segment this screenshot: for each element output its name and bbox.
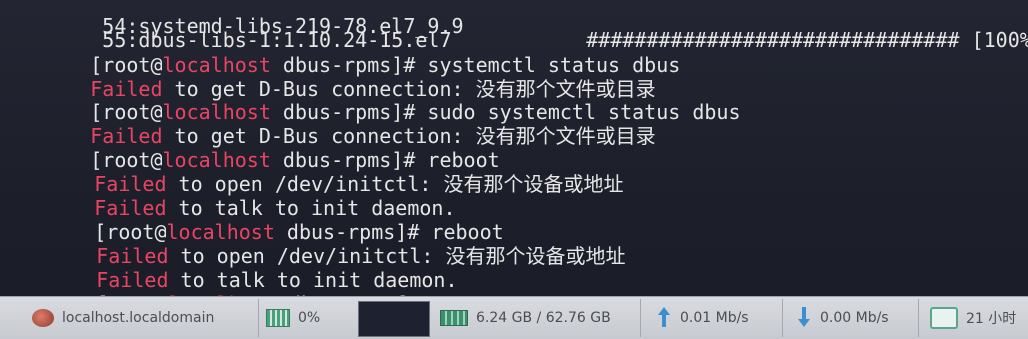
taskbar: localhost.localdomain 0% 6.24 GB / 62.76… [0, 296, 1028, 339]
memory-widget[interactable]: 6.24 GB / 62.76 GB [440, 297, 611, 339]
separator [782, 299, 783, 337]
prompt-line: [root@localhost dbus-rpms]# reboot [22, 196, 503, 244]
cpu-widget[interactable]: 0% [266, 297, 320, 339]
upload-widget[interactable]: 0.01 Mb/s [656, 297, 749, 339]
cpu-usage: 0% [298, 310, 321, 326]
hostname-widget[interactable]: localhost.localdomain [32, 297, 214, 339]
error-line: Failed to open /dev/initctl: 没有那个设备或地址 [24, 220, 625, 268]
upload-arrow-icon [656, 307, 672, 329]
prompt-line: [root@localhost dbus-rpms]# sudo systemc… [18, 76, 740, 124]
upload-speed: 0.01 Mb/s [680, 310, 749, 326]
host-icon [32, 309, 54, 327]
error-line: Failed to get D-Bus connection: 没有那个文件或目… [18, 53, 655, 101]
separator [258, 299, 259, 337]
hostname-label: localhost.localdomain [62, 310, 215, 326]
uptime-widget[interactable]: 21 小时 [930, 297, 1016, 339]
prompt-line-active[interactable]: [root@localhost dbus-rpms]# [24, 268, 452, 308]
download-speed: 0.00 Mb/s [820, 310, 889, 326]
download-widget[interactable]: 0.00 Mb/s [796, 297, 889, 339]
cpu-graph [358, 301, 430, 337]
memory-icon [440, 310, 468, 326]
error-line: Failed to open /dev/initctl: 没有那个设备或地址 [22, 148, 623, 196]
uptime-icon [930, 307, 958, 329]
separator [640, 299, 641, 337]
screen: 54:systemd-libs-219-78.el7_9.9 55:dbus-l… [0, 0, 1028, 339]
progress-percent: [100%] [971, 28, 1028, 52]
memory-usage: 6.24 GB / 62.76 GB [476, 310, 611, 326]
prompt-line: [root@localhost dbus-rpms]# reboot [18, 124, 499, 172]
error-line: Failed to talk to init daemon. [22, 172, 455, 220]
progress-bar: ############################### [100%] [514, 4, 1028, 52]
terminal-window[interactable]: 54:systemd-libs-219-78.el7_9.9 55:dbus-l… [0, 0, 1028, 308]
separator [918, 299, 919, 337]
error-line: Failed to talk to init daemon. [24, 244, 457, 292]
download-arrow-icon [796, 307, 812, 329]
error-line: Failed to get D-Bus connection: 没有那个文件或目… [18, 100, 655, 148]
prompt-line: [root@localhost dbus-rpms]# systemctl st… [18, 29, 680, 77]
cpu-icon [266, 309, 290, 327]
uptime-label: 21 小时 [966, 311, 1017, 327]
